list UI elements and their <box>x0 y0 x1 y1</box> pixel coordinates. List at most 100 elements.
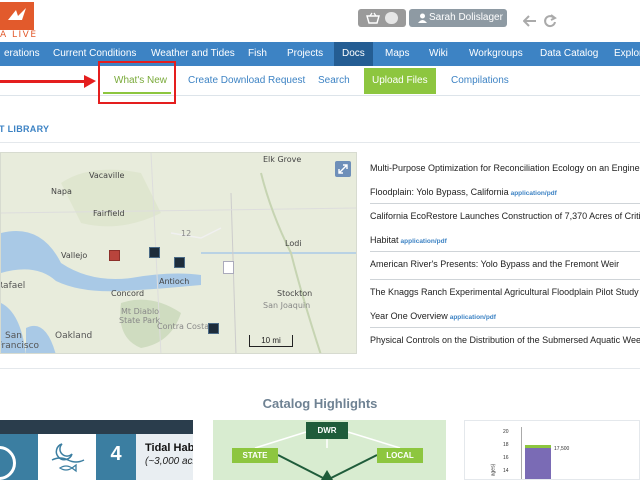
map-label-12: 12 <box>181 229 192 238</box>
document-mime-type: application/pdf <box>449 314 496 321</box>
document-list-item[interactable]: American River's Presents: Yolo Bypass a… <box>370 252 640 280</box>
annotation-highlight-box <box>98 61 176 104</box>
map-label-napa: Napa <box>51 187 72 196</box>
nav-item-maps[interactable]: Maps <box>377 42 417 66</box>
document-list-item[interactable]: California EcoRestore Launches Construct… <box>370 204 640 252</box>
dwr-label: DWR <box>306 422 348 439</box>
document-title-cont[interactable]: Floodplain: Yolo Bypass, California <box>370 187 509 197</box>
document-list-item[interactable]: Physical Controls on the Distribution of… <box>370 328 640 358</box>
chart-bar-label: 17,500 <box>554 446 570 452</box>
chart-y-tick: 14 <box>503 468 509 474</box>
map-label-vacaville: Vacaville <box>89 171 125 180</box>
section-title: T LIBRARY <box>0 124 50 134</box>
highlight-card-agencies[interactable]: DWR STATE LOCAL <box>213 420 446 480</box>
nav-item-workgroups[interactable]: Workgroups <box>461 42 531 66</box>
docs-subtabs: What's New Create Download Request Searc… <box>0 66 640 96</box>
document-title-cont[interactable]: Year One Overview <box>370 311 448 321</box>
map-label-antioch: Antioch <box>159 277 190 286</box>
chart-y-tick: 18 <box>503 442 509 448</box>
logo-text: A LIVE <box>0 30 38 40</box>
map-marker[interactable] <box>208 323 219 334</box>
card-panel <box>38 434 96 480</box>
map-label-stockton: Stockton <box>277 289 313 298</box>
document-title-line: Floodplain: Yolo Bypass, California appli… <box>370 180 640 206</box>
top-header: A LIVE Sarah Dolislager <box>0 0 640 42</box>
map-marker[interactable] <box>109 250 120 261</box>
tidal-habitat-heading: Tidal Habit <box>145 442 193 454</box>
map-expand-button[interactable] <box>335 161 351 177</box>
tab-compilations[interactable]: Compilations <box>443 68 517 94</box>
document-title[interactable]: California EcoRestore Launches Construct… <box>370 204 640 228</box>
recent-documents-list: Multi-Purpose Optimization for Reconcili… <box>370 152 640 362</box>
tidal-habitat-count: 4 <box>96 434 136 480</box>
map-marker[interactable] <box>149 247 160 258</box>
user-menu-button[interactable]: Sarah Dolislager <box>409 9 507 27</box>
moon-fish-icon <box>51 443 85 473</box>
document-mime-type: application/pdf <box>400 238 447 245</box>
refresh-icon[interactable] <box>543 14 557 28</box>
document-list-item[interactable]: The Knaggs Ranch Experimental Agricultur… <box>370 280 640 328</box>
document-list-item[interactable]: Multi-Purpose Optimization for Reconcili… <box>370 156 640 204</box>
map-scale-bar: 10 mi <box>249 335 293 347</box>
nav-item-explor[interactable]: Explor <box>606 42 640 66</box>
map-label-san: San <box>5 331 22 341</box>
chart-axis <box>521 427 522 479</box>
expand-icon <box>338 164 348 174</box>
highlight-card-tidal-habitat[interactable]: 4 Tidal Habit (~3,000 acr <box>0 420 193 480</box>
chart-y-tick: 16 <box>503 455 509 461</box>
document-title[interactable]: The Knaggs Ranch Experimental Agricultur… <box>370 280 640 304</box>
cart-button[interactable] <box>358 9 406 27</box>
nav-item-projects[interactable]: Projects <box>279 42 331 66</box>
arrow-left-icon[interactable] <box>523 15 537 27</box>
document-map[interactable]: Elk Grove Vacaville Napa Fairfield 12 Lo… <box>0 152 357 354</box>
map-label-state-park: State Park <box>119 316 161 325</box>
chart-y-label: ages) <box>490 463 497 477</box>
logo[interactable] <box>0 2 34 30</box>
document-title[interactable]: American River's Presents: Yolo Bypass a… <box>370 252 640 276</box>
nav-item-wiki[interactable]: Wiki <box>421 42 456 66</box>
map-label-fairfield: Fairfield <box>93 209 125 218</box>
nav-item-fish[interactable]: Fish <box>240 42 275 66</box>
main-nav: erations Current Conditions Weather and Ti… <box>0 42 640 66</box>
state-label: STATE <box>232 448 278 463</box>
nav-item-data-catalog[interactable]: Data Catalog <box>532 42 606 66</box>
map-label-oakland: Oakland <box>55 331 93 341</box>
user-name: Sarah Dolislager <box>429 12 503 23</box>
map-label-san-joaquin: San Joaquin <box>263 301 311 310</box>
map-label-elk-grove: Elk Grove <box>263 155 302 164</box>
chart-y-tick: 20 <box>503 429 509 435</box>
nav-item-docs[interactable]: Docs <box>334 42 373 66</box>
map-document-marker[interactable] <box>223 261 234 274</box>
upload-files-button[interactable]: Upload Files <box>364 68 436 94</box>
cart-count-badge <box>385 12 398 24</box>
tidal-habitat-acres: (~3,000 acr <box>145 456 193 467</box>
highlight-card-chart[interactable]: 20 18 16 14 ages) 17,500 <box>464 420 640 480</box>
document-title-cont[interactable]: Habitat <box>370 235 399 245</box>
annotation-arrow-head <box>84 75 96 88</box>
map-label-vallejo: Vallejo <box>61 251 88 260</box>
page-divider <box>0 368 640 369</box>
bird-logo-icon <box>8 8 26 20</box>
basket-icon <box>366 12 380 24</box>
document-title-line: Habitat application/pdf <box>370 228 640 254</box>
document-mime-type: application/pdf <box>510 190 557 197</box>
nav-item-erations[interactable]: erations <box>0 42 48 66</box>
section-divider <box>0 142 640 143</box>
map-label-mt-diablo: Mt Diablo <box>121 307 160 316</box>
map-label-rafael: Rafael <box>1 281 26 291</box>
document-title[interactable]: Multi-Purpose Optimization for Reconcili… <box>370 156 640 180</box>
map-label-concord: Concord <box>111 289 145 298</box>
document-title-line: Year One Overview application/pdf <box>370 304 640 330</box>
local-label: LOCAL <box>377 448 423 463</box>
map-label-lodi: Lodi <box>285 239 302 248</box>
annotation-arrow-line <box>0 80 86 83</box>
tab-create-download-request[interactable]: Create Download Request <box>180 68 313 94</box>
map-label-francisco: Francisco <box>0 341 40 351</box>
document-title[interactable]: Physical Controls on the Distribution of… <box>370 328 640 352</box>
user-icon <box>418 13 427 23</box>
catalog-highlights-title: Catalog Highlights <box>262 396 378 411</box>
map-label-contra-costa: Contra Costa <box>157 322 210 331</box>
subtab-divider <box>0 95 640 96</box>
tab-search[interactable]: Search <box>310 68 358 94</box>
map-marker[interactable] <box>174 257 185 268</box>
